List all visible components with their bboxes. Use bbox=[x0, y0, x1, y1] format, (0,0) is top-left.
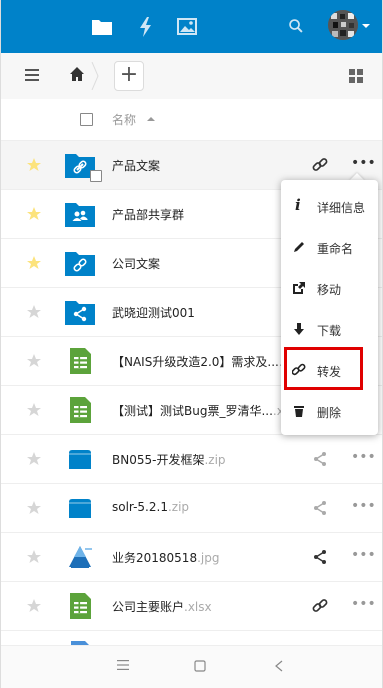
search-icon[interactable] bbox=[288, 18, 306, 36]
home-icon[interactable] bbox=[69, 66, 85, 82]
sort-ascending-icon[interactable] bbox=[147, 117, 155, 121]
more-actions-icon[interactable]: ••• bbox=[351, 449, 376, 465]
spreadsheet-icon[interactable] bbox=[65, 396, 95, 424]
menu-item-label: 移动 bbox=[317, 283, 342, 297]
folder-icon[interactable] bbox=[91, 16, 113, 38]
more-actions-icon[interactable]: ••• bbox=[351, 155, 376, 171]
highlight-box bbox=[284, 347, 363, 390]
breadcrumb-separator-icon bbox=[91, 62, 99, 90]
app-frame: + 名称 产品文案 ••• 产品部共享群 公司文案 武晓迎测试001 【NAIS… bbox=[0, 0, 383, 688]
menu-item-delete[interactable]: 删除 bbox=[281, 391, 378, 432]
file-name[interactable]: BN055-开发框架.zip bbox=[112, 451, 226, 468]
share-icon[interactable] bbox=[312, 451, 328, 467]
grid-view-icon[interactable] bbox=[349, 69, 363, 83]
spreadsheet-icon[interactable] bbox=[65, 592, 95, 620]
file-name[interactable]: 【NAIS升级改造2.0】需求及....x bbox=[112, 353, 290, 370]
star-icon[interactable] bbox=[26, 598, 42, 614]
top-bar bbox=[1, 0, 382, 53]
menu-item-details[interactable]: i 详细信息 bbox=[281, 186, 378, 227]
star-icon[interactable] bbox=[26, 402, 42, 418]
menu-item-label: 详细信息 bbox=[317, 201, 366, 215]
move-icon bbox=[293, 282, 305, 294]
file-name[interactable]: solr-5.2.1.zip bbox=[112, 500, 189, 514]
system-nav-bar bbox=[1, 645, 382, 688]
more-actions-icon[interactable]: ••• bbox=[351, 498, 376, 514]
list-header: 名称 bbox=[1, 99, 382, 141]
file-name[interactable]: 公司主要账户.xlsx bbox=[112, 598, 212, 615]
download-icon bbox=[294, 323, 304, 335]
star-icon[interactable] bbox=[26, 500, 42, 516]
trash-icon bbox=[294, 406, 304, 417]
menu-item-label: 重命名 bbox=[317, 242, 354, 256]
image-icon[interactable] bbox=[65, 543, 95, 571]
link-icon[interactable] bbox=[312, 598, 328, 614]
file-actions-menu: i 详细信息 重命名 移动 下载 转发 删除 bbox=[281, 180, 378, 435]
link-icon[interactable] bbox=[312, 157, 328, 173]
list-item[interactable]: 业务20180518.jpg ••• bbox=[1, 533, 382, 582]
square-icon[interactable] bbox=[194, 660, 206, 672]
list-item[interactable]: solr-5.2.1.zip ••• bbox=[1, 484, 382, 533]
package-icon[interactable] bbox=[65, 445, 95, 473]
folder-share-icon[interactable] bbox=[65, 298, 95, 326]
file-name[interactable]: 产品文案 bbox=[112, 157, 160, 174]
breadcrumb-toolbar: + bbox=[1, 53, 382, 99]
chevron-down-icon[interactable] bbox=[362, 24, 370, 28]
star-icon[interactable] bbox=[26, 157, 42, 173]
file-name[interactable]: 业务20180518.jpg bbox=[112, 549, 219, 566]
folder-link-icon[interactable] bbox=[65, 249, 95, 277]
star-icon[interactable] bbox=[26, 206, 42, 222]
new-button[interactable]: + bbox=[114, 61, 144, 91]
row-checkbox[interactable] bbox=[90, 170, 102, 182]
share-icon[interactable] bbox=[312, 500, 328, 516]
info-icon: i bbox=[295, 196, 301, 214]
file-name[interactable]: 武晓迎测试001 bbox=[112, 304, 195, 321]
star-icon[interactable] bbox=[26, 255, 42, 271]
more-actions-icon[interactable]: ••• bbox=[351, 596, 376, 612]
share-icon[interactable] bbox=[312, 549, 328, 565]
star-icon[interactable] bbox=[26, 304, 42, 320]
star-icon[interactable] bbox=[26, 451, 42, 467]
lightning-icon[interactable] bbox=[135, 16, 157, 38]
spreadsheet-icon[interactable] bbox=[65, 347, 95, 375]
avatar[interactable] bbox=[328, 10, 358, 40]
back-icon[interactable] bbox=[275, 660, 283, 672]
image-icon[interactable] bbox=[176, 16, 198, 38]
menu-item-download[interactable]: 下载 bbox=[281, 309, 378, 350]
file-name[interactable]: 【测试】测试Bug票_罗清华....x bbox=[112, 402, 284, 419]
menu-item-move[interactable]: 移动 bbox=[281, 268, 378, 309]
menu-item-label: 下载 bbox=[317, 324, 342, 338]
menu-item-label: 删除 bbox=[317, 406, 342, 420]
column-name-header[interactable]: 名称 bbox=[112, 111, 136, 128]
menu-item-rename[interactable]: 重命名 bbox=[281, 227, 378, 268]
select-all-checkbox[interactable] bbox=[80, 113, 93, 126]
pencil-icon bbox=[294, 242, 304, 252]
file-name[interactable]: 产品部共享群 bbox=[112, 206, 184, 223]
star-icon[interactable] bbox=[26, 549, 42, 565]
menu-icon[interactable] bbox=[25, 69, 39, 81]
star-icon[interactable] bbox=[26, 353, 42, 369]
folder-group-icon[interactable] bbox=[65, 200, 95, 228]
more-actions-icon[interactable]: ••• bbox=[351, 547, 376, 563]
menu-icon[interactable] bbox=[117, 660, 129, 670]
file-name[interactable]: 公司文案 bbox=[112, 255, 160, 272]
package-icon[interactable] bbox=[65, 494, 95, 522]
list-item[interactable]: 公司主要账户.xlsx ••• bbox=[1, 582, 382, 631]
list-item[interactable]: BN055-开发框架.zip ••• bbox=[1, 435, 382, 484]
